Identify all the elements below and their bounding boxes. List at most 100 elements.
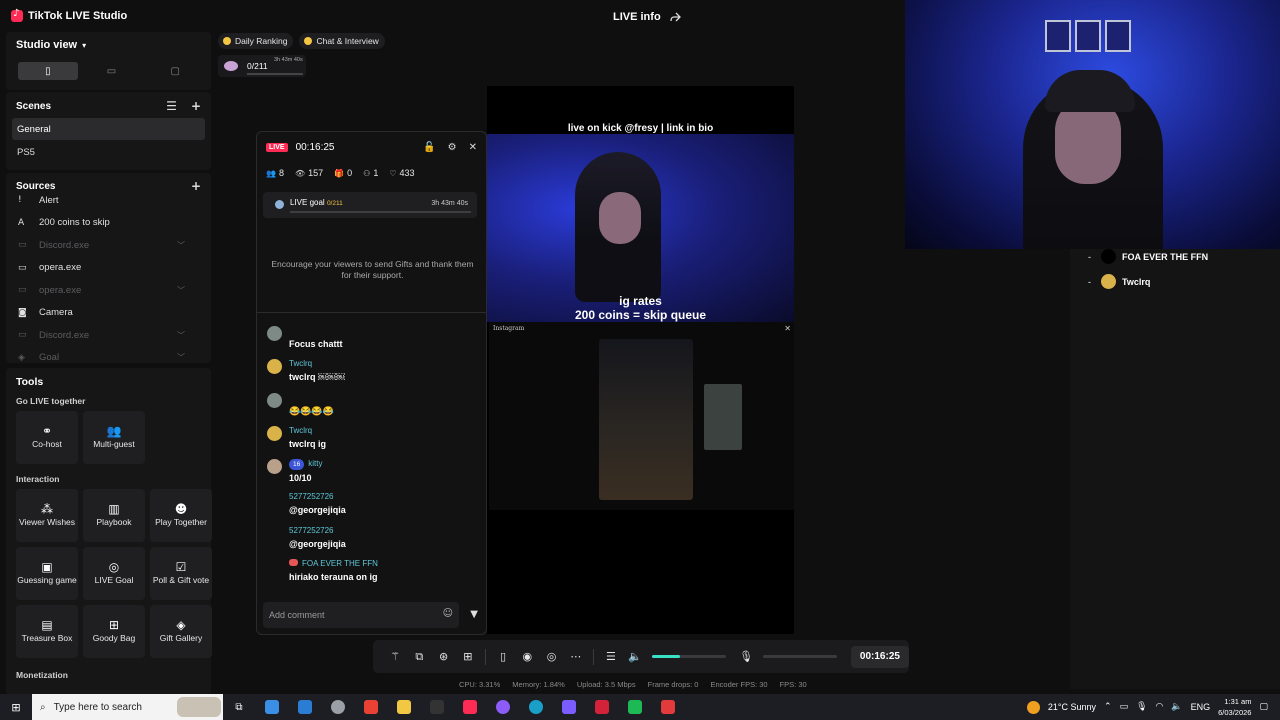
chat-username[interactable]: ﾠ: [289, 325, 482, 336]
taskbar-search[interactable]: ⌕ Type here to search: [32, 694, 223, 720]
stream-preview[interactable]: live on kick @fresy | link in bio ig rat…: [487, 86, 794, 634]
daily-ranking-badge[interactable]: Daily Ranking: [218, 33, 294, 49]
language-indicator[interactable]: ENG: [1191, 702, 1211, 712]
live-goal-tool[interactable]: ◎ LIVE Goal: [83, 547, 145, 600]
add-source-icon[interactable]: +: [191, 179, 201, 193]
audio-mixer-icon[interactable]: ☰: [599, 650, 623, 663]
more-icon[interactable]: ⋯: [564, 650, 588, 663]
taskbar-app-icon[interactable]: [618, 700, 651, 714]
taskbar-app-icon[interactable]: [255, 700, 288, 714]
source-item[interactable]: ! Alert: [6, 189, 211, 212]
taskbar-app-icon[interactable]: [288, 700, 321, 714]
comment-input[interactable]: Add comment ☺: [263, 602, 459, 628]
chevron-down-icon[interactable]: ﹀: [177, 240, 185, 251]
battery-icon[interactable]: ▭: [1120, 702, 1129, 712]
chat-message[interactable]: Twclrq twclrq ￼￼￼: [267, 358, 482, 391]
portrait-mode-button[interactable]: ▯: [18, 62, 78, 80]
viewer-wishes-tool[interactable]: ⁂ Viewer Wishes: [16, 489, 78, 542]
scene-item-general[interactable]: General: [12, 118, 205, 140]
mic-slider[interactable]: [763, 655, 837, 658]
taskbar-app-icon[interactable]: [585, 700, 618, 714]
source-item[interactable]: ▭ opera.exe: [6, 257, 211, 280]
studio-view-dropdown[interactable]: Studio view ▾: [6, 32, 211, 58]
guessing-game-tool[interactable]: ▣ Guessing game: [16, 547, 78, 600]
taskbar-app-icon[interactable]: [552, 700, 585, 714]
wifi-icon[interactable]: ◠: [1156, 702, 1164, 712]
task-view-icon[interactable]: ⧉: [223, 702, 255, 713]
chat-message[interactable]: ﾠ Focus chattt: [267, 325, 482, 358]
mini-goal-widget[interactable]: 0/211 3h 43m 40s: [218, 55, 306, 77]
notification-icon[interactable]: ▢: [1259, 702, 1268, 712]
emoji-icon[interactable]: ☺: [443, 608, 453, 619]
chat-username[interactable]: 5277252726: [289, 491, 482, 502]
chat-message[interactable]: 16 kitty 10/10: [267, 458, 482, 491]
scene-item-ps5[interactable]: PS5: [12, 141, 205, 163]
lock-icon[interactable]: 🔓: [423, 142, 435, 153]
live-goal-box[interactable]: LIVE goal 0/211 3h 43m 40s: [263, 192, 477, 218]
multi-guest-tool[interactable]: 👥 Multi-guest: [83, 411, 145, 464]
chevron-down-icon[interactable]: ﹀: [177, 330, 185, 341]
taskbar-app-icon[interactable]: [519, 700, 552, 714]
add-scene-icon[interactable]: +: [191, 99, 201, 113]
taskbar-app-icon[interactable]: [486, 700, 519, 714]
chat-username[interactable]: FOA EVER THE FFN: [289, 558, 482, 569]
source-item[interactable]: ▭ Discord.exe ﹀: [6, 324, 211, 347]
close-icon[interactable]: ✕: [469, 142, 477, 153]
play-together-tool[interactable]: ☻ Play Together: [150, 489, 212, 542]
chat-interview-badge[interactable]: Chat & Interview: [299, 33, 385, 49]
volume-slider[interactable]: [652, 655, 726, 658]
source-item[interactable]: ▭ Discord.exe ﹀: [6, 234, 211, 257]
taskbar-app-icon[interactable]: [420, 700, 453, 714]
taskbar-app-icon[interactable]: [453, 700, 486, 714]
chat-username[interactable]: 16 kitty: [289, 458, 482, 471]
camera-settings-icon[interactable]: ◎: [539, 650, 563, 663]
source-item[interactable]: ▭ opera.exe ﹀: [6, 279, 211, 302]
viewer-item[interactable]: - Twclrq: [1088, 274, 1150, 289]
chat-username[interactable]: 5277252726: [289, 525, 482, 536]
settings-icon[interactable]: ⚙: [448, 142, 457, 153]
co-host-tool[interactable]: ⚭ Co-host: [16, 411, 78, 464]
windows-start-icon[interactable]: ⊞: [0, 701, 32, 714]
taskbar-app-icon[interactable]: [651, 700, 684, 714]
filter-icon[interactable]: ▼: [470, 609, 478, 620]
source-item[interactable]: A 200 coins to skip: [6, 212, 211, 235]
list-icon[interactable]: ☰: [166, 99, 177, 113]
viewer-item[interactable]: - FOA EVER THE FFN: [1088, 249, 1208, 264]
treasure-box-tool[interactable]: ▤ Treasure Box: [16, 605, 78, 658]
phone-icon[interactable]: ▯: [491, 650, 515, 663]
chevron-down-icon[interactable]: ﹀: [177, 285, 185, 296]
taskbar-app-icon[interactable]: [321, 700, 354, 714]
screen-share-icon[interactable]: ⧉: [407, 650, 431, 664]
add-media-icon[interactable]: ⊞: [456, 650, 480, 663]
source-item[interactable]: ◙ Camera: [6, 302, 211, 325]
goody-bag-tool[interactable]: ⊞ Goody Bag: [83, 605, 145, 658]
source-item[interactable]: ◈ Goal ﹀: [6, 347, 211, 363]
effects-icon[interactable]: ⊛: [431, 650, 455, 663]
chat-message[interactable]: 5277252726 @georgejiqia: [267, 491, 482, 524]
chat-message[interactable]: FOA EVER THE FFN hiriako terauna on ig: [267, 558, 482, 591]
volume-icon[interactable]: 🔈: [1171, 702, 1182, 712]
chat-message[interactable]: Twclrq twclrq ig: [267, 425, 482, 458]
taskbar-app-icon[interactable]: [387, 700, 420, 714]
chat-username[interactable]: Twclrq: [289, 358, 482, 369]
chat-message[interactable]: ﾠ 😂😂😂😂: [267, 392, 482, 425]
chat-username[interactable]: Twclrq: [289, 425, 482, 436]
gift-gallery-tool[interactable]: ◈ Gift Gallery: [150, 605, 212, 658]
speaker-icon[interactable]: 🔈: [623, 650, 647, 663]
playbook-tool[interactable]: ▥ Playbook: [83, 489, 145, 542]
clock[interactable]: 1:31 am 6/03/2026: [1218, 696, 1251, 718]
chevron-up-icon[interactable]: ⌃: [1104, 702, 1112, 712]
chat-message[interactable]: 5277252726 @georgejiqia: [267, 525, 482, 558]
poll-gift-vote-tool[interactable]: ☑ Poll & Gift vote: [150, 547, 212, 600]
chevron-down-icon[interactable]: ﹀: [177, 352, 185, 363]
magic-wand-icon[interactable]: ⚚: [383, 650, 407, 663]
live-info-button[interactable]: LIVE info: [613, 11, 681, 23]
chat-username[interactable]: ﾠ: [289, 392, 482, 403]
landscape-mode-button[interactable]: ▭: [82, 62, 142, 80]
record-icon[interactable]: ◉: [515, 650, 539, 663]
dual-mode-button[interactable]: ▢: [145, 62, 205, 80]
weather-text[interactable]: 21°C Sunny: [1048, 702, 1096, 712]
microphone-icon[interactable]: 🎙: [734, 650, 758, 663]
microphone-icon[interactable]: 🎙: [1136, 702, 1147, 712]
taskbar-app-icon[interactable]: [354, 700, 387, 714]
